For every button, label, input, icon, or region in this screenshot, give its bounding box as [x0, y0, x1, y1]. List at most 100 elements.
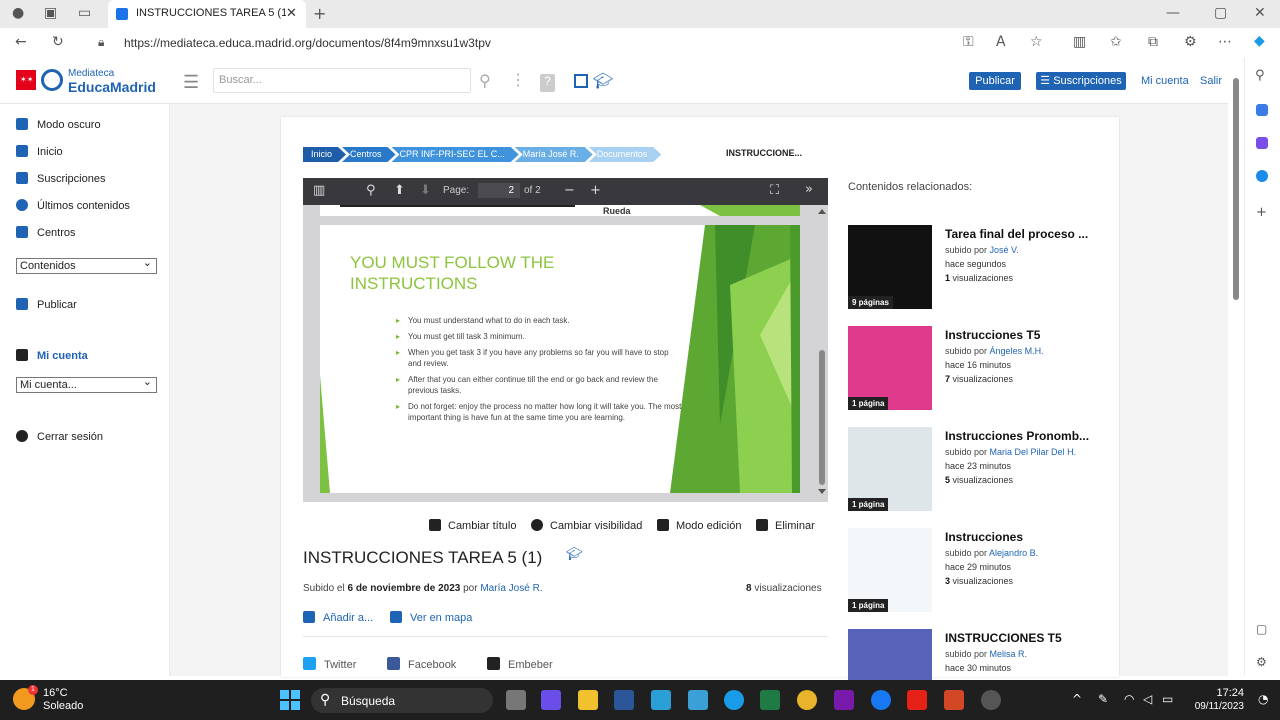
new-tab-icon[interactable]: + [313, 4, 326, 23]
sidebar-item-suscripciones[interactable]: Suscripciones [16, 172, 105, 185]
edge-search-icon[interactable]: ⚲ [1255, 68, 1265, 83]
task-view-icon[interactable] [506, 690, 526, 710]
tab-close-icon[interactable]: ✕ [286, 5, 297, 21]
related-thumbnail[interactable]: 1 página [848, 427, 932, 511]
logo-text-top[interactable]: Mediateca [68, 68, 114, 79]
key-icon[interactable]: ⚿ [963, 34, 974, 50]
app-icon[interactable] [688, 690, 708, 710]
breadcrumb-item[interactable]: Documentos [589, 147, 662, 162]
related-title[interactable]: Instrucciones T5 [945, 328, 1040, 342]
author-link[interactable]: María José R. [480, 583, 542, 594]
split-screen-icon[interactable]: ▥ [1073, 34, 1086, 50]
related-thumbnail[interactable]: 9 páginas [848, 225, 932, 309]
ver-en-mapa-link[interactable]: Ver en mapa [390, 611, 472, 624]
edge-outlook-icon[interactable] [1256, 170, 1268, 182]
tab-actions-icon[interactable]: ▭ [78, 5, 91, 21]
taskbar-time[interactable]: 17:24 [1192, 687, 1244, 699]
copilot-icon[interactable]: ◆ [1254, 33, 1265, 49]
find-icon[interactable]: ⚲ [366, 183, 376, 198]
modo-edicion-button[interactable]: Modo edición [657, 519, 741, 532]
pdf-scrollbar[interactable] [817, 205, 827, 502]
embeber-share[interactable]: Embeber [487, 657, 553, 671]
menu-dots-icon[interactable]: ⋯ [1218, 34, 1232, 50]
uploader-link[interactable]: Alejandro B. [989, 548, 1038, 558]
cambiar-titulo-button[interactable]: Cambiar título [429, 519, 516, 532]
mi-cuenta-link[interactable]: Mi cuenta [1141, 75, 1189, 87]
anadir-a-link[interactable]: Añadir a... [303, 611, 373, 624]
tools-icon[interactable]: » [805, 182, 813, 197]
related-title[interactable]: INSTRUCCIONES T5 [945, 631, 1062, 645]
uploader-link[interactable]: Melisa R. [990, 649, 1028, 659]
related-title[interactable]: Instrucciones Pronomb... [945, 429, 1089, 443]
related-thumbnail[interactable]: 1 página [848, 528, 932, 612]
edge-layout-icon[interactable]: ▢ [1256, 622, 1267, 636]
weather-temp[interactable]: 16°C [43, 687, 68, 699]
eliminar-button[interactable]: Eliminar [756, 519, 815, 532]
workspaces-icon[interactable]: ▣ [44, 5, 57, 21]
tray-chevron-icon[interactable]: ^ [1072, 692, 1082, 706]
sidebar-item-ultimos[interactable]: Últimos contenidos [16, 199, 130, 212]
uploader-link[interactable]: Maria Del Pilar Del H. [990, 447, 1077, 457]
zoom-in-icon[interactable]: + [590, 183, 601, 198]
sidebar-item-inicio[interactable]: Inicio [16, 145, 63, 158]
edge-settings-icon[interactable]: ⚙ [1256, 655, 1267, 669]
favorite-star-icon[interactable]: ☆ [1030, 34, 1043, 50]
page-number-input[interactable]: 2 [478, 183, 520, 198]
related-title[interactable]: Tarea final del proceso ... [945, 227, 1088, 241]
edge-add-icon[interactable]: + [1256, 205, 1267, 220]
sidebar-item-cerrar-sesion[interactable]: Cerrar sesión [16, 430, 103, 443]
wifi-icon[interactable]: ◠ [1124, 692, 1134, 706]
sidebar-item-modo-oscuro[interactable]: Modo oscuro [16, 118, 101, 131]
search-input[interactable]: Buscar... [213, 68, 471, 93]
lock-icon[interactable]: 🔒︎ [98, 35, 104, 50]
mediateca-logo-icon[interactable] [41, 69, 63, 91]
edge-shopping-icon[interactable] [1256, 104, 1268, 116]
related-item[interactable]: 1 página Instrucciones T5 subido por Ángel… [848, 326, 1098, 410]
facebook-app-icon[interactable] [871, 690, 891, 710]
battery-icon[interactable]: ▭ [1162, 692, 1173, 706]
graduation-cap-icon[interactable]: 🎓︎ [593, 71, 613, 91]
edge-icon[interactable] [724, 690, 744, 710]
browser-tab-active[interactable]: INSTRUCCIONES TAREA 5 (1) | M ✕ [108, 0, 306, 28]
minimize-icon[interactable]: — [1166, 5, 1180, 21]
tray-pen-icon[interactable]: ✎ [1098, 692, 1108, 706]
onenote-icon[interactable] [834, 690, 854, 710]
teams-icon[interactable] [541, 690, 561, 710]
file-explorer-icon[interactable] [578, 690, 598, 710]
powerpoint-icon[interactable] [944, 690, 964, 710]
extensions-icon[interactable]: ⚙ [1184, 34, 1197, 50]
previous-page-icon[interactable]: ⬆ [394, 183, 405, 198]
logo-text-bottom[interactable]: EducaMadrid [68, 79, 156, 95]
windows-start-icon[interactable] [280, 690, 300, 710]
edge-tools-icon[interactable] [1256, 137, 1268, 149]
url-field[interactable]: https://mediateca.educa.madrid.org/docum… [124, 36, 491, 50]
related-thumbnail[interactable]: 1 página [848, 326, 932, 410]
app2-icon[interactable] [981, 690, 1001, 710]
profile-icon[interactable]: ● [12, 5, 24, 21]
close-window-icon[interactable]: ✕ [1254, 5, 1266, 21]
cambiar-visibilidad-button[interactable]: Cambiar visibilidad [531, 519, 642, 532]
sidebar-item-publicar[interactable]: Publicar [16, 298, 77, 311]
breadcrumb-item[interactable]: María José R. [515, 147, 593, 162]
next-page-icon[interactable]: ⬇ [420, 183, 431, 198]
more-options-icon[interactable]: ⋮ [510, 70, 526, 90]
maximize-icon[interactable]: ▢ [1214, 5, 1227, 21]
help-icon[interactable]: ? [540, 74, 555, 92]
twitter-share[interactable]: Twitter [303, 657, 356, 671]
youtube-icon[interactable] [907, 690, 927, 710]
notifications-bell-icon[interactable]: ◔ [1258, 692, 1268, 706]
related-item[interactable]: 1 página Instrucciones Pronomb... subido p… [848, 427, 1098, 511]
related-item[interactable]: 9 páginas Tarea final del proceso ... subi… [848, 225, 1098, 309]
mi-cuenta-select[interactable]: Mi cuenta... [16, 375, 157, 393]
breadcrumb-item[interactable]: CPR INF-PRI-SEC EL C... [392, 147, 519, 162]
reload-icon[interactable]: ↻ [52, 34, 64, 50]
taskbar-date[interactable]: 09/11/2023 [1184, 701, 1244, 712]
hamburger-menu-icon[interactable]: ☰ [183, 72, 199, 93]
collections-icon[interactable]: ⧉ [1148, 34, 1158, 50]
salir-link[interactable]: Salir [1200, 75, 1222, 87]
weather-desc[interactable]: Soleado [43, 700, 83, 712]
fullscreen-icon[interactable]: ⛶ [770, 183, 779, 198]
sidebar-toggle-icon[interactable]: ▥ [313, 183, 325, 198]
suscripciones-button[interactable]: ☰ Suscripciones [1036, 72, 1126, 90]
facebook-share[interactable]: Facebook [387, 657, 456, 671]
